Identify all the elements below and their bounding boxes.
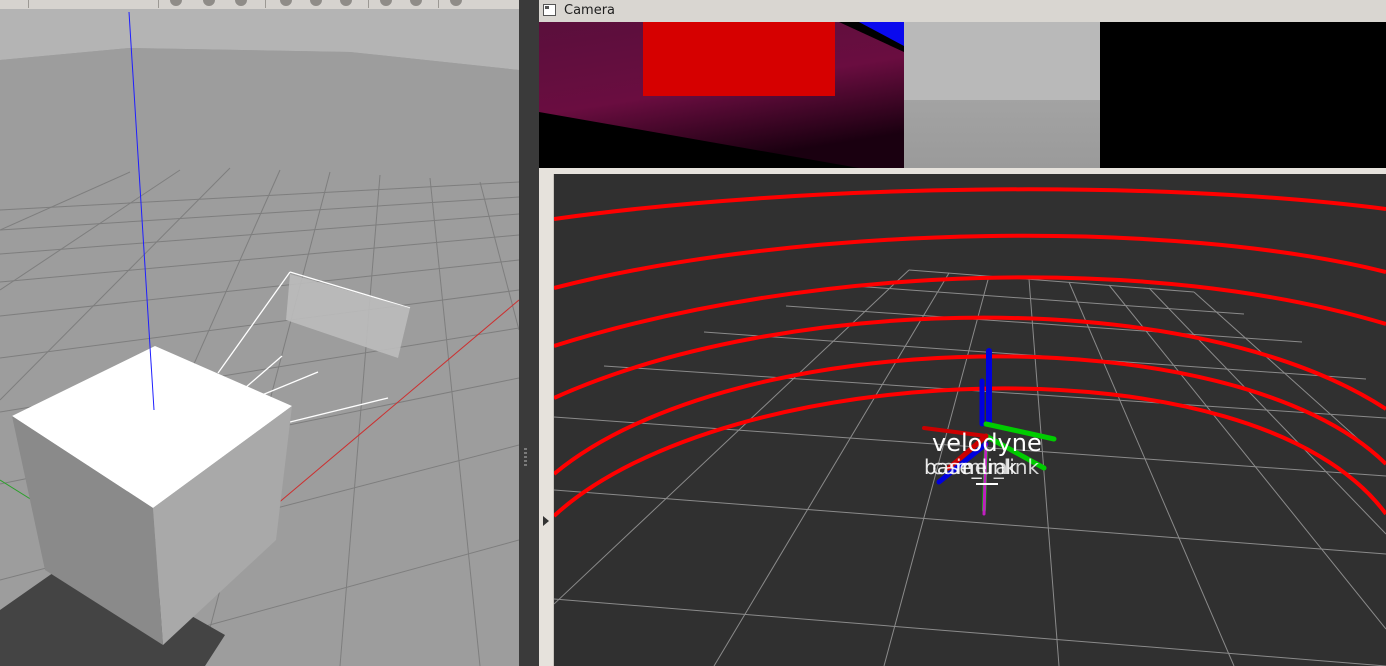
toolbar-separator bbox=[438, 0, 439, 8]
box-shape-icon[interactable] bbox=[170, 0, 182, 6]
toolbar-separator bbox=[265, 0, 266, 8]
paste-icon[interactable] bbox=[410, 0, 422, 6]
copy-icon[interactable] bbox=[380, 0, 392, 6]
rviz-3d-view[interactable]: velodyne base_link camera imu_link bbox=[554, 174, 1386, 666]
camera-panel-title: Camera bbox=[564, 3, 616, 18]
red-object bbox=[643, 22, 835, 96]
camera-wall-region bbox=[904, 22, 1100, 100]
frame-label-imu-link: imu_link bbox=[956, 455, 1040, 479]
point-light-icon[interactable] bbox=[280, 0, 292, 6]
cylinder-shape-icon[interactable] bbox=[235, 0, 247, 6]
directional-light-icon[interactable] bbox=[340, 0, 352, 6]
rviz-side-panel-toggle[interactable] bbox=[539, 174, 554, 666]
gazebo-3d-canvas[interactable] bbox=[0, 9, 519, 666]
camera-empty-region bbox=[1100, 22, 1386, 168]
toolbar-separator bbox=[368, 0, 369, 8]
camera-floor-region bbox=[904, 100, 1100, 168]
sphere-shape-icon[interactable] bbox=[203, 0, 215, 6]
toolbar-separator bbox=[158, 0, 159, 8]
splitter-handle-icon[interactable] bbox=[524, 448, 527, 466]
camera-panel-icon bbox=[543, 4, 556, 16]
frame-label-velodyne: velodyne bbox=[932, 429, 1042, 457]
panel-splitter[interactable] bbox=[519, 0, 539, 666]
expand-arrow-icon[interactable] bbox=[543, 516, 549, 526]
align-icon[interactable] bbox=[450, 0, 462, 6]
camera-image-view bbox=[539, 22, 1386, 168]
camera-panel-titlebar[interactable]: Camera bbox=[539, 0, 1386, 22]
toolbar-separator bbox=[28, 0, 29, 8]
gazebo-scene-view[interactable] bbox=[0, 0, 519, 666]
spot-light-icon[interactable] bbox=[310, 0, 322, 6]
rviz-window: Camera velodyne base_link camera imu_lin… bbox=[539, 0, 1386, 666]
